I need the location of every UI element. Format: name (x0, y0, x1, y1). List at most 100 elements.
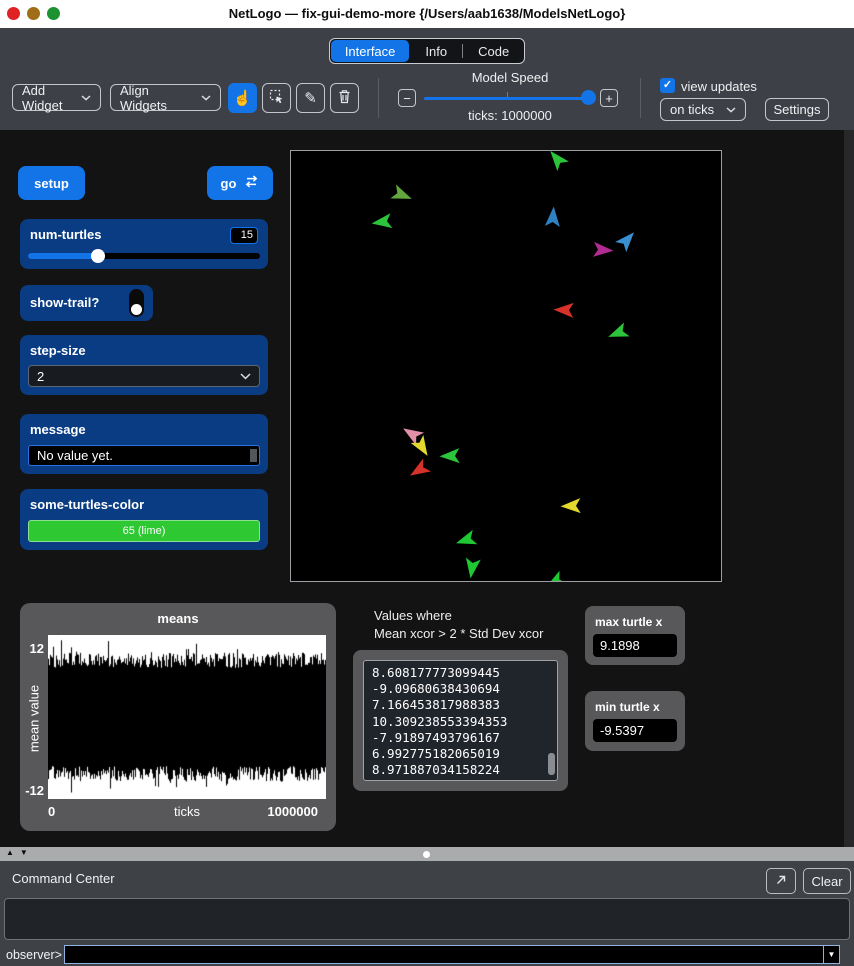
speed-slider-thumb[interactable] (581, 90, 596, 105)
main-scrollbar[interactable] (844, 130, 854, 847)
chooser-widget-step-size: step-size 2 (20, 335, 268, 395)
tab-code[interactable]: Code (463, 39, 524, 63)
popout-button[interactable] (766, 868, 796, 894)
observer-prompt-label: observer> (6, 948, 62, 962)
turtle-shape (560, 498, 581, 514)
go-button[interactable]: go (207, 166, 273, 200)
step-size-dropdown[interactable]: 2 (28, 365, 260, 387)
top-toolbar: Interface Info Code Add Widget Align Wid… (0, 28, 854, 130)
interface-canvas: setup go num-turtles 15 show-trail? step… (0, 130, 854, 847)
window-title: NetLogo — fix-gui-demo-more {/Users/aab1… (0, 6, 854, 21)
turtle-shape (545, 151, 569, 171)
delete-tool-button[interactable] (330, 83, 359, 113)
output-scrollbar-thumb[interactable] (548, 753, 555, 775)
turtle-shape (593, 242, 614, 258)
slider-widget-num-turtles: num-turtles 15 (20, 219, 268, 269)
toolbar-divider (378, 78, 379, 118)
switch-label: show-trail? (30, 295, 99, 310)
command-center: Command Center Clear observer> ▼ (0, 861, 854, 966)
y-axis-label: mean value (27, 659, 42, 779)
show-trail-toggle[interactable] (129, 289, 144, 317)
netlogo-window: NetLogo — fix-gui-demo-more {/Users/aab1… (0, 0, 854, 966)
trash-icon (338, 89, 351, 107)
monitor-min-turtle-x: min turtle x -9.5397 (585, 691, 685, 751)
output-text-area[interactable]: 8.608177773099445-9.096806384306947.1664… (363, 660, 558, 781)
num-turtles-slider-fill (28, 253, 98, 259)
setup-button[interactable]: setup (18, 166, 85, 200)
chevron-down-icon (201, 95, 211, 101)
command-center-output[interactable] (4, 898, 850, 940)
output-widget: 8.608177773099445-9.096806384306947.1664… (353, 650, 568, 791)
chevron-down-icon (81, 95, 91, 101)
output-line: 7.166453817988383 (372, 697, 549, 713)
world-turtles (291, 151, 721, 581)
num-turtles-slider-track[interactable] (28, 253, 260, 259)
chooser-label: step-size (30, 343, 86, 358)
monitor-label: min turtle x (595, 700, 660, 714)
speed-minus-button[interactable]: − (398, 89, 416, 107)
output-caption-line2: Mean xcor > 2 * Std Dev xcor (374, 625, 543, 643)
world-view[interactable] (290, 150, 722, 582)
command-input[interactable] (64, 945, 840, 964)
output-line: 8.971887034158224 (372, 762, 549, 778)
collapse-up-icon[interactable]: ▲ (6, 848, 20, 857)
tab-info[interactable]: Info (410, 39, 462, 63)
output-line: -9.09680638430694 (372, 681, 549, 697)
monitor-value: 9.1898 (593, 634, 677, 657)
turtle-shape (542, 571, 567, 581)
chevron-down-icon (726, 107, 736, 113)
tab-bar: Interface Info Code (329, 38, 525, 64)
hand-icon: ☝ (233, 89, 252, 107)
plot-title: means (20, 611, 336, 626)
input-label: message (30, 422, 86, 437)
color-swatch-button[interactable]: 65 (lime) (28, 520, 260, 542)
switch-widget-show-trail: show-trail? (20, 285, 153, 321)
check-icon: ✓ (663, 79, 672, 91)
turtle-shape (615, 227, 640, 252)
selection-icon (269, 89, 285, 108)
title-bar: NetLogo — fix-gui-demo-more {/Users/aab1… (0, 0, 854, 28)
clear-button[interactable]: Clear (803, 868, 851, 894)
ticks-counter: ticks: 1000000 (414, 108, 606, 123)
monitor-max-turtle-x: max turtle x 9.1898 (585, 606, 685, 665)
view-updates-checkbox[interactable]: ✓ (660, 78, 675, 93)
popout-icon (774, 873, 788, 890)
toggle-knob (131, 304, 142, 315)
select-tool-button[interactable] (262, 83, 291, 113)
num-turtles-slider-thumb[interactable] (91, 249, 105, 263)
settings-button[interactable]: Settings (765, 98, 829, 121)
output-line: -7.91897493796167 (372, 730, 549, 746)
pencil-icon: ✎ (304, 89, 317, 107)
edit-tool-button[interactable]: ✎ (296, 83, 325, 113)
turtle-shape (406, 459, 431, 482)
monitor-value: -9.5397 (593, 719, 677, 742)
input-grip (250, 449, 257, 462)
model-speed-label: Model Speed (414, 70, 606, 85)
message-input[interactable] (28, 445, 260, 466)
output-line: 8.608177773099445 (372, 665, 549, 681)
turtle-shape (605, 322, 629, 343)
forever-loop-icon (244, 175, 259, 191)
slider-value-box[interactable]: 15 (230, 227, 258, 244)
collapse-down-icon[interactable]: ▼ (20, 848, 34, 857)
hand-tool-button[interactable]: ☝ (228, 83, 257, 113)
color-widget-some-turtles-color: some-turtles-color 65 (lime) (20, 489, 268, 550)
output-line: 10.309238553394353 (372, 714, 549, 730)
turtle-shape (553, 302, 574, 318)
command-history-dropdown[interactable]: ▼ (823, 946, 839, 963)
x-axis-max-label: 1000000 (267, 804, 318, 819)
chevron-down-icon (240, 373, 251, 380)
turtle-shape (390, 184, 414, 205)
speed-slider-track[interactable] (424, 97, 592, 100)
output-caption: Values where Mean xcor > 2 * Std Dev xco… (374, 607, 543, 643)
y-axis-min-label: -12 (20, 783, 44, 798)
speed-plus-button[interactable]: + (600, 89, 618, 107)
update-mode-dropdown[interactable]: on ticks (660, 98, 746, 121)
add-widget-dropdown[interactable]: Add Widget (12, 84, 101, 111)
align-widgets-dropdown[interactable]: Align Widgets (110, 84, 221, 111)
plot-canvas (48, 635, 326, 799)
slider-label: num-turtles (30, 227, 102, 242)
tab-interface[interactable]: Interface (331, 40, 410, 62)
command-center-splitter[interactable]: ▲▼ (0, 847, 854, 861)
input-widget-message: message (20, 414, 268, 474)
